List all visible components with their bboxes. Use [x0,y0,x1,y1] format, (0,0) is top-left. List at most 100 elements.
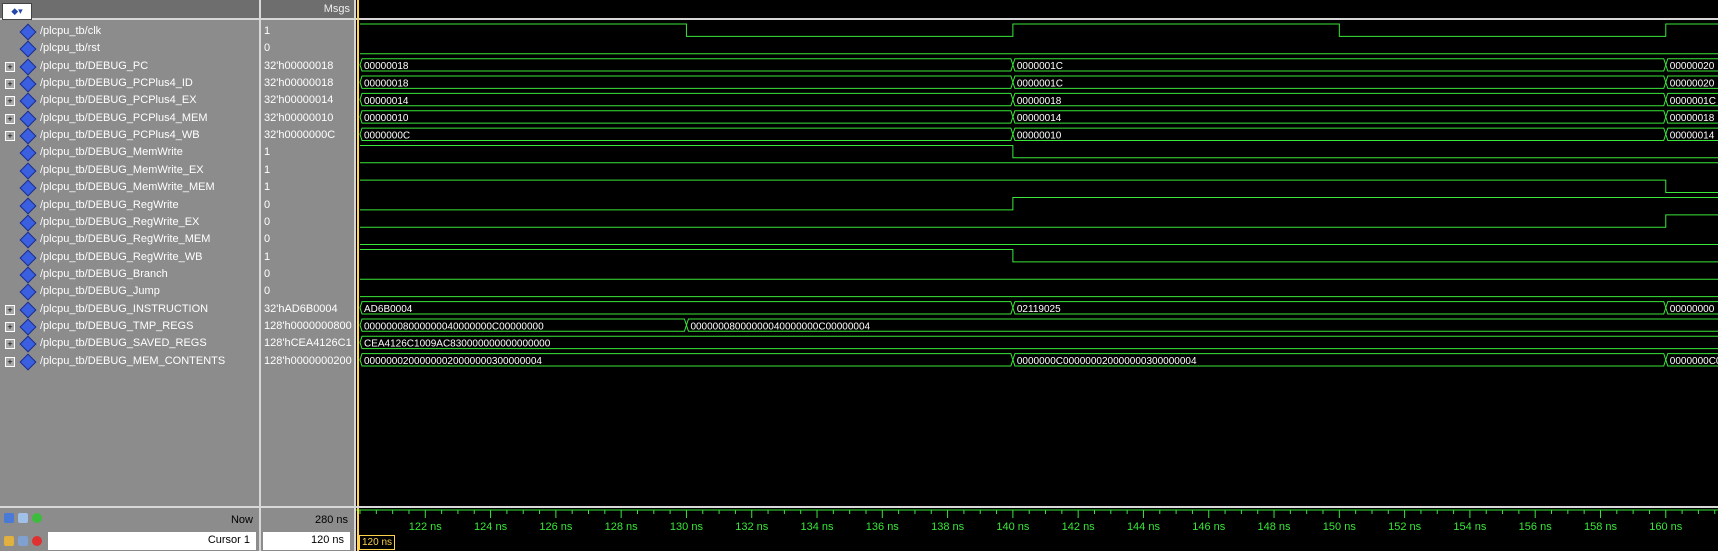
waveform-canvas[interactable]: 00000018 0000001C 00000020 00000018 0000001C… [356,0,1718,506]
signal-diamond-icon [19,75,37,93]
msgs-header: Msgs [261,0,354,20]
ruler-tick-label: 144 ns [1127,521,1161,533]
signal-value: 1 [264,250,271,263]
signal-value: 32'h00000010 [264,111,334,124]
signal-value: 0 [264,267,271,280]
signal-row[interactable]: + /plcpu_tb/DEBUG_INSTRUCTION [0,300,259,319]
bus-segment [1012,110,1667,124]
ruler-tick-label: 154 ns [1453,521,1487,533]
signal-diamond-icon [19,214,37,232]
expand-icon[interactable]: + [5,79,15,90]
now-value: 280 ns [314,514,348,526]
signal-name: /plcpu_tb/DEBUG_MEM_CONTENTS [40,354,226,367]
signal-row[interactable]: /plcpu_tb/DEBUG_MemWrite_EX [0,161,259,180]
signal-value: 0 [264,42,271,55]
bus-value-label: 0000001C [1017,78,1063,89]
bus-segment [359,58,1014,72]
waveform-pane[interactable]: 00000018 0000001C 00000020 00000018 0000001C… [356,0,1718,506]
expand-icon[interactable]: + [5,61,15,72]
bit-waveform [360,197,1718,211]
bus-segment [359,92,1014,107]
cursor-name-field[interactable]: Cursor 1 [48,532,256,550]
signal-name: /plcpu_tb/DEBUG_PCPlus4_WB [40,129,200,142]
expand-icon[interactable]: + [5,304,15,315]
ruler-tick-label: 158 ns [1584,521,1618,533]
ruler-tick-label: 156 ns [1519,521,1553,533]
wrench-icon[interactable] [18,536,28,546]
bus-value-label: 00000002000000020000000300000004 [364,356,542,367]
cursor-names-pane: Now Cursor 1 [0,506,261,551]
bus-value-label: 0000001C [1670,96,1716,107]
cursor-time-tag[interactable]: 120 ns [359,535,396,550]
bus-value-label: CEA4126C1009AC830000000000000000 [364,339,551,350]
remove-cursor-icon[interactable] [32,536,42,546]
signal-value: 1 [264,25,271,37]
timeline-ruler-canvas[interactable]: 122 ns 124 ns 126 ns 128 ns 130 ns 132 ns 134 … [356,508,1718,551]
signal-row[interactable]: + /plcpu_tb/DEBUG_PC [0,57,259,76]
signal-name: /plcpu_tb/DEBUG_PC [40,59,149,72]
signal-name: /plcpu_tb/DEBUG_MemWrite [40,146,183,159]
bus-value-label: 0000000C0 [1670,356,1718,367]
signal-row[interactable]: + /plcpu_tb/DEBUG_SAVED_REGS [0,334,259,353]
now-label: Now [230,514,253,526]
signal-name: /plcpu_tb/clk [40,25,102,37]
signal-value: 32'h00000018 [264,59,334,72]
signal-row[interactable]: + /plcpu_tb/DEBUG_PCPlus4_MEM [0,109,259,128]
signal-row[interactable]: + /plcpu_tb/DEBUG_PCPlus4_ID [0,74,259,93]
expand-icon[interactable]: + [5,339,15,350]
signal-diamond-icon [19,110,37,128]
signal-value: 32'h0000000C [264,129,336,142]
bus-segment [1012,92,1667,107]
names-header: ◆▾ [0,0,259,20]
bus-value-label: 0000000C [364,130,410,141]
add-cursor-icon[interactable] [4,513,14,523]
bus-value-label: 0000000C000000020000000300000004 [1017,356,1197,367]
cursor-lock-icon[interactable] [18,513,28,523]
signal-row[interactable]: /plcpu_tb/clk [0,22,259,41]
signal-value: 32'h00000018 [264,77,334,90]
signal-diamond-icon [19,92,37,110]
signal-row[interactable]: /plcpu_tb/DEBUG_RegWrite_MEM [0,230,259,249]
expand-icon[interactable]: + [5,356,15,367]
signal-row[interactable]: /plcpu_tb/DEBUG_MemWrite [0,143,259,162]
signal-row[interactable]: /plcpu_tb/DEBUG_Jump [0,282,259,301]
signal-value: 0 [264,215,271,228]
expand-icon[interactable]: + [5,131,15,142]
expand-icon[interactable]: + [5,96,15,107]
bus-value-label: 02119025 [1017,304,1061,315]
signal-name: /plcpu_tb/DEBUG_RegWrite [40,198,179,211]
add-icon[interactable] [32,513,42,523]
ruler-tick-label: 160 ns [1649,521,1683,533]
expand-icon[interactable]: + [5,113,15,124]
signal-row[interactable]: + /plcpu_tb/DEBUG_MEM_CONTENTS [0,352,259,371]
signal-row[interactable]: /plcpu_tb/DEBUG_RegWrite_WB [0,248,259,267]
cursor-value-field[interactable]: 120 ns [263,532,350,550]
signal-row[interactable]: /plcpu_tb/rst [0,39,259,58]
bit-waveform [360,214,1718,228]
bus-value-label: 00000010 [1017,130,1062,141]
lock-icon[interactable] [4,536,14,546]
signal-name: /plcpu_tb/rst [40,42,100,55]
signal-name: /plcpu_tb/DEBUG_RegWrite_EX [40,215,200,228]
signal-row[interactable]: + /plcpu_tb/DEBUG_TMP_REGS [0,317,259,336]
bus-value-label: 00000018 [364,61,409,72]
signal-value: 128'h00000002000... [264,354,352,367]
signal-row[interactable]: /plcpu_tb/DEBUG_Branch [0,265,259,284]
timeline-ruler[interactable]: 122 ns 124 ns 126 ns 128 ns 130 ns 132 ns 134 … [356,506,1718,551]
signal-row[interactable]: + /plcpu_tb/DEBUG_PCPlus4_WB [0,126,259,145]
signal-values-pane: Msgs 1 0 32'h00000018 32'h00000018 32'h00000… [261,0,356,506]
expand-icon[interactable]: + [5,321,15,332]
bus-value-label: 00000014 [364,96,409,107]
bus-value-label: 00000018 [364,78,409,89]
signal-row[interactable]: /plcpu_tb/DEBUG_RegWrite_EX [0,213,259,232]
ruler-tick-label: 134 ns [801,521,835,533]
signal-name: /plcpu_tb/DEBUG_RegWrite_MEM [40,233,211,246]
signal-row[interactable]: /plcpu_tb/DEBUG_RegWrite [0,196,259,215]
signal-row[interactable]: /plcpu_tb/DEBUG_MemWrite_MEM [0,178,259,197]
ruler-tick-label: 124 ns [474,521,508,533]
wave-tool-icon[interactable]: ◆▾ [2,3,32,20]
signal-name: /plcpu_tb/DEBUG_Branch [40,267,168,280]
bus-segment [359,75,1014,89]
signal-row[interactable]: + /plcpu_tb/DEBUG_PCPlus4_EX [0,91,259,110]
bus-segment [359,301,1014,315]
